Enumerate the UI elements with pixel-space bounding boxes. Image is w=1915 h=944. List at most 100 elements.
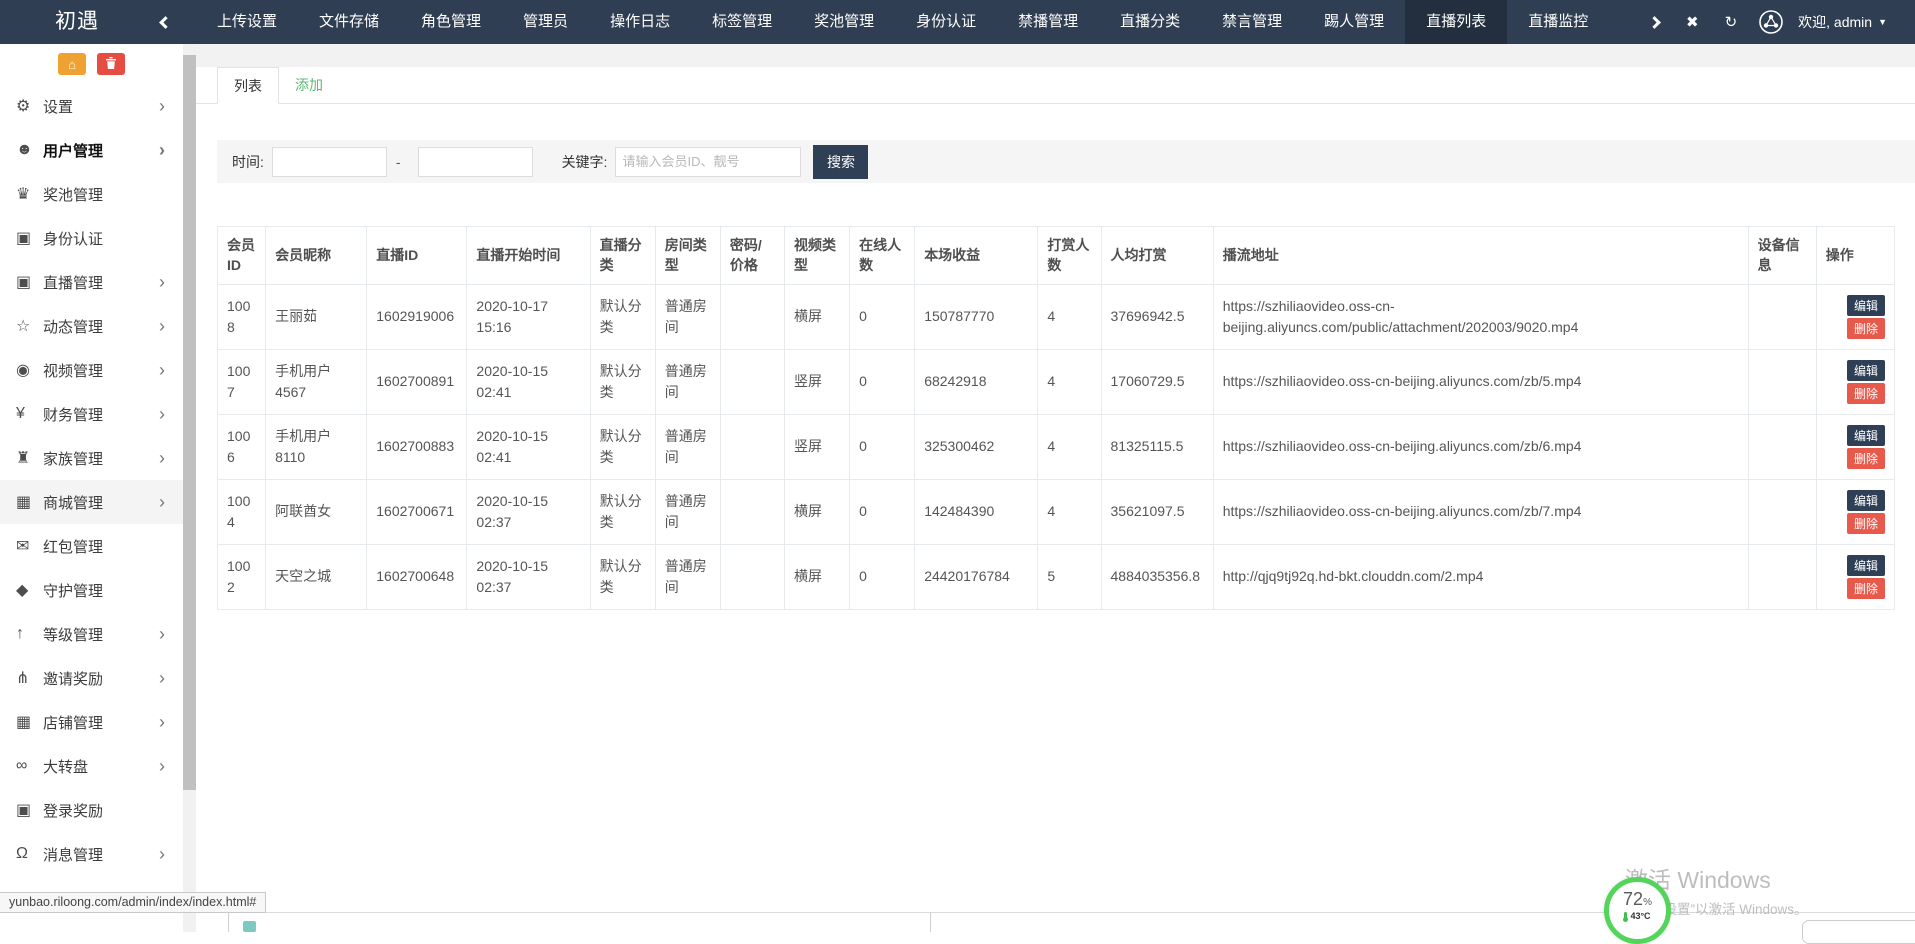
- tab-list[interactable]: 列表: [217, 67, 279, 104]
- sidebar-item-label: 商城管理: [43, 492, 103, 513]
- cell-online_count: 0: [850, 284, 915, 349]
- delete-button[interactable]: 删除: [1847, 383, 1885, 404]
- sidebar-item[interactable]: ∞大转盘›: [0, 744, 183, 788]
- delete-button[interactable]: 删除: [1847, 318, 1885, 339]
- topnav-item[interactable]: 身份认证: [895, 0, 997, 44]
- edit-button[interactable]: 编辑: [1847, 490, 1885, 511]
- sidebar-item[interactable]: ◆守护管理: [0, 568, 183, 612]
- topnav-item[interactable]: 文件存储: [298, 0, 400, 44]
- delete-button[interactable]: 删除: [1847, 513, 1885, 534]
- cell-online_count: 0: [850, 349, 915, 414]
- sidebar-item[interactable]: ▣登录奖励: [0, 788, 183, 832]
- cell-device_info: [1748, 284, 1816, 349]
- clear-cache-button[interactable]: [97, 53, 125, 75]
- sidebar-item[interactable]: ☻用户管理›: [0, 128, 183, 172]
- col-header-online_count: 在线人数: [850, 227, 915, 285]
- sidebar-item[interactable]: ♜家族管理›: [0, 436, 183, 480]
- topnav-item[interactable]: 上传设置: [196, 0, 298, 44]
- topnav-item[interactable]: 角色管理: [400, 0, 502, 44]
- time-end-input[interactable]: [418, 147, 533, 177]
- sidebar-item-label: 等级管理: [43, 624, 103, 645]
- cell-password_price: [720, 414, 784, 479]
- sidebar-item-label: 邀请奖励: [43, 668, 103, 689]
- cell-earnings: 150787770: [915, 284, 1038, 349]
- topnav-item[interactable]: 操作日志: [589, 0, 691, 44]
- cell-avg_tip: 81325115.5: [1101, 414, 1213, 479]
- cell-category: 默认分类: [590, 414, 655, 479]
- cell-nickname: 王丽茹: [266, 284, 367, 349]
- col-header-stream_url: 播流地址: [1213, 227, 1748, 285]
- cell-password_price: [720, 479, 784, 544]
- globe-avatar-icon[interactable]: [1758, 9, 1784, 35]
- table-row: 1008王丽茹16029190062020-10-17 15:16默认分类普通房…: [218, 284, 1895, 349]
- welcome-label[interactable]: 欢迎, admin: [1798, 12, 1872, 32]
- desktop-icon: ▣: [16, 228, 43, 248]
- sidebar-item[interactable]: ▦商城管理›: [0, 480, 183, 524]
- cell-live_id: 1602700648: [367, 544, 467, 609]
- topnav-item[interactable]: 直播分类: [1099, 0, 1201, 44]
- edit-button[interactable]: 编辑: [1847, 425, 1885, 446]
- sidebar-item-label: 直播管理: [43, 272, 103, 293]
- sidebar-scrollbar[interactable]: [183, 44, 196, 932]
- browser-status-url: yunbao.riloong.com/admin/index/index.htm…: [0, 892, 266, 913]
- close-icon[interactable]: ✖: [1686, 13, 1699, 31]
- cell-actions: 编辑删除: [1816, 284, 1894, 349]
- cell-room_type: 普通房间: [655, 349, 720, 414]
- cell-member_id: 1002: [218, 544, 266, 609]
- sidebar-item[interactable]: ✉红包管理: [0, 524, 183, 568]
- delete-button[interactable]: 删除: [1847, 448, 1885, 469]
- sidebar-item[interactable]: ¥财务管理›: [0, 392, 183, 436]
- sidebar-item[interactable]: ☆动态管理›: [0, 304, 183, 348]
- sidebar-item-label: 用户管理: [43, 140, 103, 161]
- sidebar-item[interactable]: ▣直播管理›: [0, 260, 183, 304]
- sidebar-item[interactable]: ♛奖池管理: [0, 172, 183, 216]
- sidebar-item[interactable]: ◉视频管理›: [0, 348, 183, 392]
- sidebar-item[interactable]: ▣身份认证: [0, 216, 183, 260]
- topnav-item[interactable]: 管理员: [502, 0, 589, 44]
- edit-button[interactable]: 编辑: [1847, 360, 1885, 381]
- gamepad-icon: ∞: [16, 757, 43, 775]
- table-row: 1004阿联酋女16027006712020-10-15 02:37默认分类普通…: [218, 479, 1895, 544]
- chevron-left-icon[interactable]: [159, 16, 172, 29]
- sidebar-scrollbar-thumb[interactable]: [183, 55, 196, 790]
- sidebar-item[interactable]: ▦店铺管理›: [0, 700, 183, 744]
- cell-device_info: [1748, 544, 1816, 609]
- topnav-item[interactable]: 禁言管理: [1201, 0, 1303, 44]
- topnav-item[interactable]: 奖池管理: [793, 0, 895, 44]
- topnav-item[interactable]: 直播监控: [1507, 0, 1609, 44]
- search-button[interactable]: 搜索: [813, 145, 868, 179]
- envelope-icon: ✉: [16, 536, 43, 556]
- sidebar-item[interactable]: Ω消息管理›: [0, 832, 183, 876]
- chevron-right-icon[interactable]: [1648, 16, 1661, 29]
- cell-room_type: 普通房间: [655, 544, 720, 609]
- cell-password_price: [720, 284, 784, 349]
- tab-add[interactable]: 添加: [279, 67, 339, 103]
- keyword-input[interactable]: [615, 147, 801, 177]
- time-start-input[interactable]: [272, 147, 387, 177]
- cell-online_count: 0: [850, 479, 915, 544]
- caret-down-icon[interactable]: ▼: [1878, 17, 1887, 27]
- sidebar-item[interactable]: ⋔邀请奖励›: [0, 656, 183, 700]
- cell-video_type: 横屏: [784, 284, 849, 349]
- sidebar-item[interactable]: ⚙设置›: [0, 84, 183, 128]
- cell-live_id: 1602700891: [367, 349, 467, 414]
- topnav-item[interactable]: 踢人管理: [1303, 0, 1405, 44]
- refresh-icon[interactable]: ↻: [1725, 13, 1738, 31]
- delete-button[interactable]: 删除: [1847, 578, 1885, 599]
- topnav-item[interactable]: 直播列表: [1405, 0, 1507, 44]
- cell-start_time: 2020-10-17 15:16: [467, 284, 590, 349]
- table-row: 1007手机用户456716027008912020-10-15 02:41默认…: [218, 349, 1895, 414]
- sidebar-quick-actions: ⌂: [0, 53, 183, 75]
- edit-button[interactable]: 编辑: [1847, 295, 1885, 316]
- cell-avg_tip: 4884035356.8: [1101, 544, 1213, 609]
- home-button[interactable]: ⌂: [58, 53, 86, 75]
- expand-arrow-icon: ›: [159, 669, 165, 687]
- topnav-item[interactable]: 标签管理: [691, 0, 793, 44]
- sidebar-item-label: 店铺管理: [43, 712, 103, 733]
- edit-button[interactable]: 编辑: [1847, 555, 1885, 576]
- cell-tipper_count: 4: [1038, 284, 1101, 349]
- desktop-icon: ▣: [16, 272, 43, 292]
- cell-video_type: 横屏: [784, 479, 849, 544]
- topnav-item[interactable]: 禁播管理: [997, 0, 1099, 44]
- sidebar-item[interactable]: ↑等级管理›: [0, 612, 183, 656]
